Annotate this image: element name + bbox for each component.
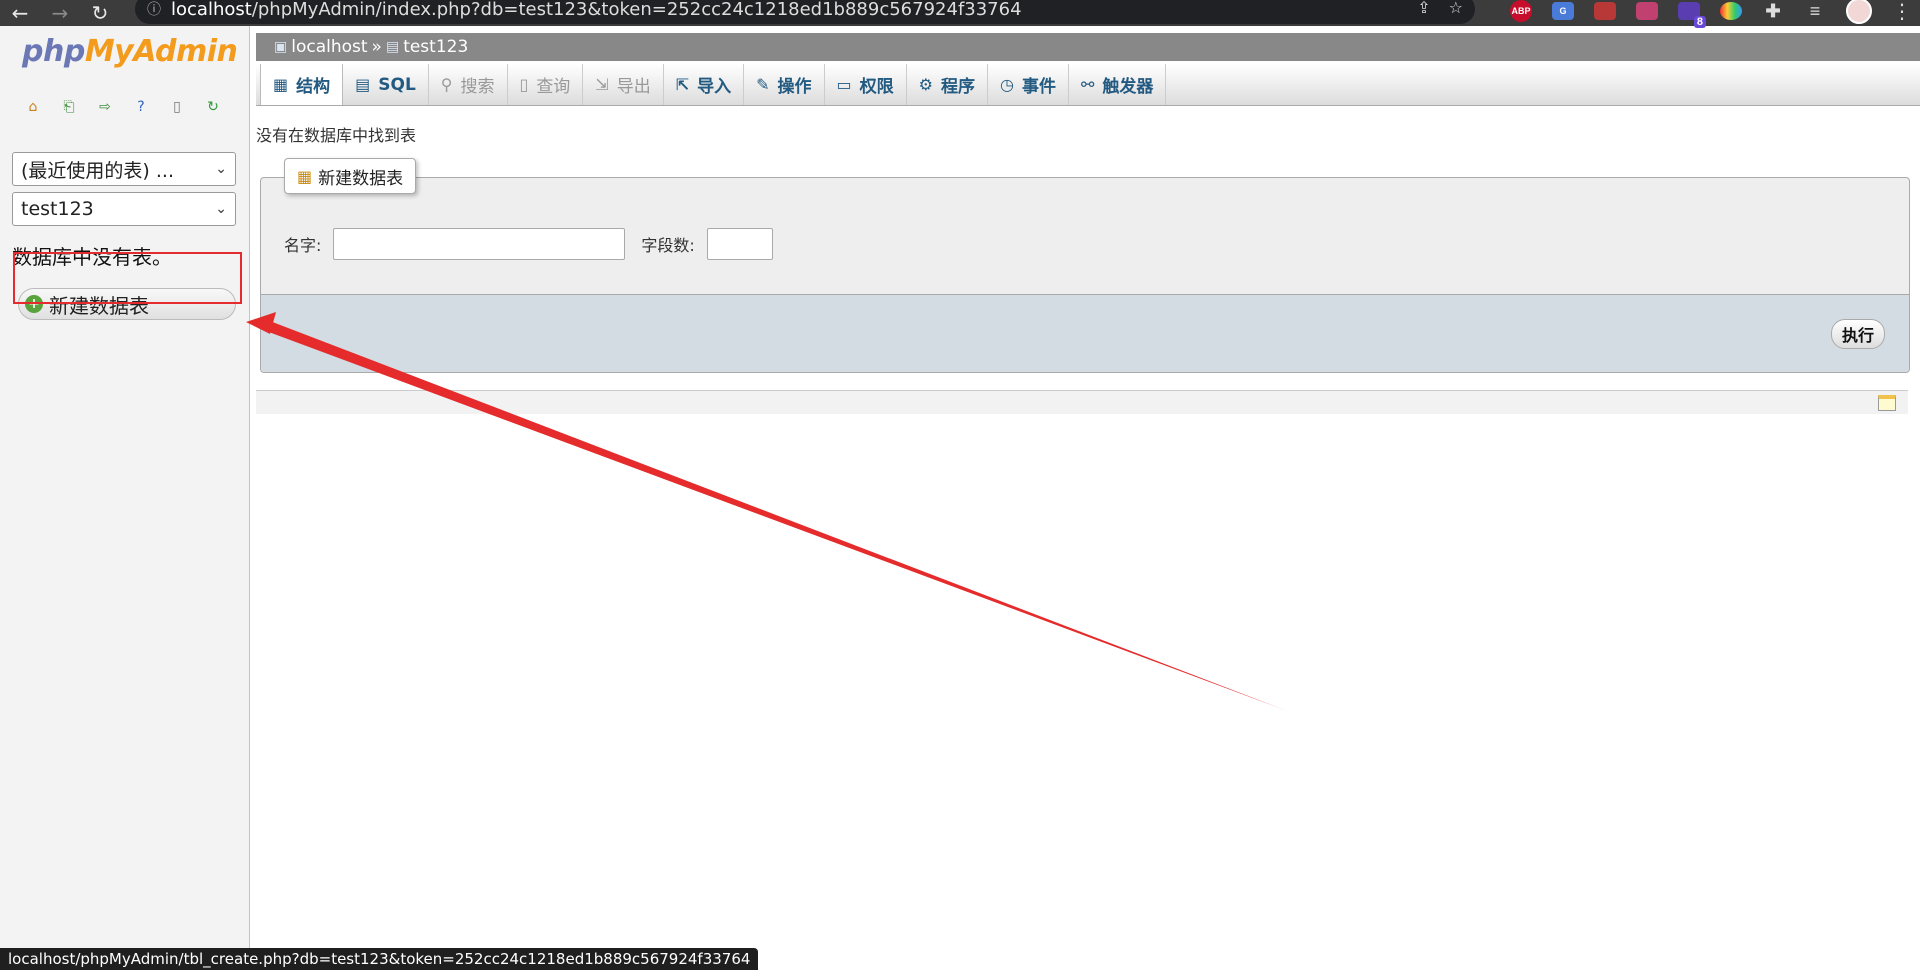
clock-icon: ◷ — [1000, 75, 1014, 94]
create-table-legend-label: 新建数据表 — [318, 168, 404, 189]
logo-myadmin-text: MyAdmin — [84, 34, 238, 69]
tab-import[interactable]: ⇱ 导入 — [664, 64, 745, 105]
browser-toolbar: ← → ↻ ⓘ localhost /phpMyAdmin/index.php?… — [0, 0, 1920, 28]
logout-icon[interactable]: ⎗ — [58, 96, 80, 118]
tab-search-label: 搜索 — [460, 77, 495, 97]
fieldset-footer: 执行 — [261, 294, 1909, 372]
extension-badge: 8 — [1693, 16, 1706, 28]
recent-tables-value: (最近使用的表) ... — [21, 159, 174, 182]
go-button[interactable]: 执行 — [1830, 319, 1885, 349]
tab-triggers-label: 触发器 — [1102, 77, 1154, 97]
sql-icon: ▤ — [355, 75, 371, 94]
breadcrumb-database[interactable]: test123 — [403, 37, 468, 57]
tab-export[interactable]: ⇲ 导出 — [583, 64, 664, 105]
chevron-down-icon: ⌄ — [215, 161, 227, 177]
new-table-icon: ▦ — [297, 166, 313, 186]
chevron-down-icon: ⌄ — [215, 201, 227, 217]
console-toggle-icon[interactable] — [1878, 395, 1896, 411]
import-icon: ⇱ — [675, 75, 690, 94]
tab-query[interactable]: ▯ 查询 — [508, 64, 584, 105]
arrow-shaft — [258, 318, 1290, 712]
database-select-value: test123 — [21, 198, 94, 220]
tab-sql-label: SQL — [378, 74, 416, 95]
tab-events-label: 事件 — [1021, 77, 1056, 97]
extension-red-icon[interactable] — [1594, 2, 1616, 20]
console-bar — [256, 390, 1908, 414]
tab-structure[interactable]: ▦ 结构 — [260, 64, 344, 105]
annotation-highlight-box — [13, 252, 242, 304]
adblock-plus-icon[interactable]: ABP — [1510, 0, 1532, 22]
extension-rainbow-icon[interactable] — [1720, 2, 1742, 20]
table-name-label: 名字: — [284, 236, 322, 255]
triggers-icon: ⚯ — [1080, 75, 1095, 94]
navigation-sidebar: phpMyAdmin ⌂ ⎗ ⇨ ? ▯ ↻ (最近使用的表) ... ⌄ te… — [0, 26, 250, 970]
tab-structure-label: 结构 — [296, 77, 331, 97]
documentation-icon[interactable]: ▯ — [166, 96, 188, 118]
share-icon[interactable]: ⇪ — [1417, 0, 1430, 17]
tab-sql[interactable]: ▤ SQL — [343, 64, 429, 105]
help-icon[interactable]: ? — [130, 96, 152, 118]
export-icon: ⇲ — [595, 75, 609, 94]
quick-links: ⌂ ⎗ ⇨ ? ▯ ↻ — [22, 96, 224, 118]
google-translate-icon[interactable]: G — [1552, 2, 1574, 20]
profile-avatar[interactable] — [1846, 0, 1872, 24]
reload-icon[interactable]: ↻ — [80, 3, 120, 23]
address-bar[interactable]: ⓘ localhost /phpMyAdmin/index.php?db=tes… — [135, 0, 1475, 24]
kebab-menu-icon[interactable]: ⋮ — [1892, 0, 1912, 23]
back-arrow-icon[interactable]: ← — [0, 3, 40, 23]
tab-operations[interactable]: ✎ 操作 — [744, 64, 825, 105]
database-select[interactable]: test123 ⌄ — [12, 192, 236, 226]
url-path: /phpMyAdmin/index.php?db=test123&token=2… — [251, 0, 1022, 20]
tab-triggers[interactable]: ⚯ 触发器 — [1069, 64, 1167, 105]
field-count-label: 字段数: — [641, 236, 695, 255]
tab-routines-label: 程序 — [941, 77, 975, 97]
privileges-icon: ▭ — [836, 75, 852, 94]
recent-tables-select[interactable]: (最近使用的表) ... ⌄ — [12, 152, 236, 186]
structure-icon: ▦ — [273, 75, 289, 94]
breadcrumb: ▣ localhost » ▤ test123 — [256, 33, 1920, 61]
tab-export-label: 导出 — [616, 77, 651, 97]
field-count-input[interactable] — [706, 228, 773, 260]
create-table-form-row: 名字: 字段数: — [284, 228, 773, 260]
puzzle-extensions-icon[interactable]: ✚ — [1762, 1, 1784, 21]
tab-events[interactable]: ◷ 事件 — [988, 64, 1069, 105]
tab-privileges[interactable]: ▭ 权限 — [825, 64, 907, 105]
tab-operations-label: 操作 — [777, 77, 812, 97]
forward-arrow-icon[interactable]: → — [40, 3, 80, 23]
query-window-icon[interactable]: ⇨ — [94, 96, 116, 118]
table-name-input[interactable] — [333, 228, 626, 260]
phpmyadmin-logo[interactable]: phpMyAdmin — [22, 34, 238, 69]
extension-pink-icon[interactable] — [1636, 2, 1658, 20]
logo-php-text: php — [22, 34, 85, 69]
tab-bar: ▦ 结构 ▤ SQL ⚲ 搜索 ▯ 查询 ⇲ 导出 ⇱ 导入 ✎ 操作 ▭ 权限 ⚙ 程序 ◷ 事件… — [256, 64, 1920, 106]
site-info-icon[interactable]: ⓘ — [147, 0, 161, 19]
routines-icon: ⚙ — [918, 75, 933, 94]
extension-purple-icon[interactable]: 8 — [1678, 2, 1706, 28]
status-url-tooltip: localhost/phpMyAdmin/tbl_create.php?db=t… — [0, 948, 759, 970]
create-table-legend: ▦ 新建数据表 — [284, 158, 417, 194]
tab-query-label: 查询 — [536, 77, 571, 97]
tab-privileges-label: 权限 — [859, 77, 894, 97]
no-tables-found-message: 没有在数据库中找到表 — [256, 126, 417, 145]
database-icon: ▤ — [385, 39, 400, 55]
query-icon: ▯ — [519, 75, 529, 94]
tab-import-label: 导入 — [697, 77, 732, 97]
tab-search[interactable]: ⚲ 搜索 — [429, 64, 508, 105]
server-icon: ▣ — [274, 39, 288, 55]
breadcrumb-server[interactable]: localhost — [291, 37, 367, 57]
breadcrumb-separator: » — [371, 37, 382, 57]
url-host: localhost — [171, 0, 252, 20]
tab-routines[interactable]: ⚙ 程序 — [907, 64, 988, 105]
extensions-area: ABP G 8 ✚ ≡ ⋮ — [1510, 0, 1912, 28]
reading-list-icon[interactable]: ≡ — [1804, 1, 1826, 21]
bookmark-star-icon[interactable]: ☆ — [1449, 0, 1463, 17]
wrench-icon: ✎ — [756, 75, 770, 94]
home-icon[interactable]: ⌂ — [22, 96, 44, 118]
search-icon: ⚲ — [440, 75, 453, 94]
reload-navigation-icon[interactable]: ↻ — [202, 96, 224, 118]
